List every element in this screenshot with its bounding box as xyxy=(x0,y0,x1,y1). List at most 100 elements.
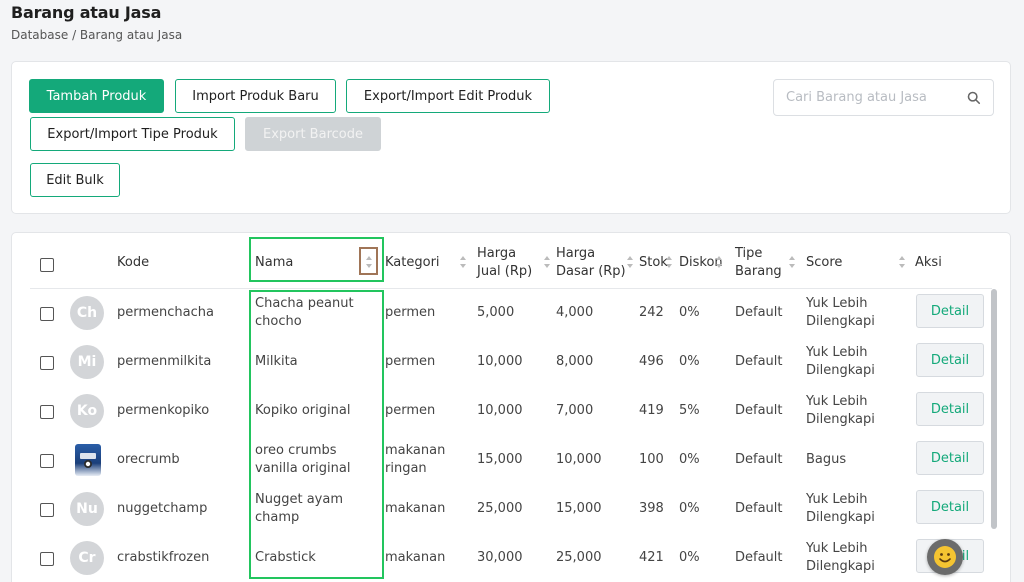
sort-icon[interactable] xyxy=(898,255,906,269)
cell-harga-dasar: 7,000 xyxy=(556,403,594,418)
breadcrumb[interactable]: Database / Barang atau Jasa xyxy=(11,28,182,42)
table-row: Nu nuggetchamp Nugget ayam champ makanan… xyxy=(12,485,1010,534)
table-row: Cr crabstikfrozen Crabstick makanan 30,0… xyxy=(12,534,1010,582)
page-header: Barang atau Jasa Database / Barang atau … xyxy=(11,3,182,42)
cell-kode: crabstikfrozen xyxy=(117,550,210,565)
cell-score-line1: Yuk Lebih xyxy=(806,541,868,556)
header-harga-jual-line1: Harga xyxy=(477,246,517,261)
product-image-icon xyxy=(75,444,101,476)
avatar: Mi xyxy=(70,345,104,379)
header-harga-dasar[interactable]: Harga Dasar (Rp) xyxy=(556,245,626,281)
cell-diskon: 0% xyxy=(679,452,700,467)
header-kategori[interactable]: Kategori xyxy=(385,254,440,272)
cell-kode: nuggetchamp xyxy=(117,501,208,516)
header-harga-dasar-line1: Harga xyxy=(556,246,596,261)
cell-score-line1: Yuk Lebih xyxy=(806,296,868,311)
cell-diskon: 0% xyxy=(679,550,700,565)
search-icon[interactable] xyxy=(967,91,981,105)
cell-score: Yuk Lebih Dilengkapi xyxy=(806,295,875,331)
cell-kategori: permen xyxy=(385,353,435,371)
header-score[interactable]: Score xyxy=(806,254,842,272)
cell-harga-jual: 30,000 xyxy=(477,550,523,565)
cell-tipe: Default xyxy=(735,550,783,565)
detail-button[interactable]: Detail xyxy=(916,441,984,475)
highlight-sort-icon xyxy=(359,247,378,275)
cell-tipe: Default xyxy=(735,452,783,467)
table-row: Ch permenchacha Chacha peanut chocho per… xyxy=(12,289,1010,338)
header-stok[interactable]: Stok xyxy=(639,254,668,272)
tambah-produk-button[interactable]: Tambah Produk xyxy=(29,79,164,113)
cell-score-line2: Dilengkapi xyxy=(806,314,875,329)
header-tipe-barang[interactable]: Tipe Barang xyxy=(735,245,782,281)
detail-button[interactable]: Detail xyxy=(916,294,984,328)
cell-diskon: 0% xyxy=(679,501,700,516)
cell-score-line2: Dilengkapi xyxy=(806,510,875,525)
cell-stok: 100 xyxy=(639,452,664,467)
cell-harga-jual: 25,000 xyxy=(477,501,523,516)
export-import-tipe-produk-button[interactable]: Export/Import Tipe Produk xyxy=(30,117,235,151)
cell-kode: permenmilkita xyxy=(117,354,212,369)
row-checkbox[interactable] xyxy=(40,356,54,370)
cell-kategori-line1: permen xyxy=(385,403,436,418)
avatar: Ko xyxy=(70,394,104,428)
sort-icon[interactable] xyxy=(665,255,673,269)
avatar: Ch xyxy=(70,296,104,330)
select-all-checkbox[interactable] xyxy=(40,258,54,272)
vertical-scrollbar[interactable] xyxy=(991,289,997,529)
row-checkbox[interactable] xyxy=(40,307,54,321)
header-tipe-barang-line1: Tipe xyxy=(735,246,763,261)
row-checkbox[interactable] xyxy=(40,454,54,468)
sort-icon[interactable] xyxy=(788,255,796,269)
detail-button[interactable]: Detail xyxy=(916,490,984,524)
cell-score-line2: Dilengkapi xyxy=(806,363,875,378)
cell-kategori-line2: ringan xyxy=(385,461,427,476)
edit-bulk-button[interactable]: Edit Bulk xyxy=(30,163,120,197)
header-harga-jual-line2: Jual (Rp) xyxy=(477,264,533,279)
table-row: Mi permenmilkita Milkita permen 10,000 8… xyxy=(12,338,1010,387)
cell-kategori: makanan xyxy=(385,549,445,567)
cell-kategori-line1: makanan xyxy=(385,443,446,458)
cell-harga-dasar: 4,000 xyxy=(556,305,594,320)
cell-stok: 398 xyxy=(639,501,664,516)
cell-tipe: Default xyxy=(735,305,783,320)
sort-icon[interactable] xyxy=(626,255,634,269)
cell-score-line1: Yuk Lebih xyxy=(806,492,868,507)
cell-kategori: makanan ringan xyxy=(385,442,445,478)
sort-icon[interactable] xyxy=(459,255,467,269)
smiley-face-graphic xyxy=(934,546,956,568)
cell-harga-dasar: 8,000 xyxy=(556,354,594,369)
cell-score-line1: Yuk Lebih xyxy=(806,345,868,360)
sort-icon[interactable] xyxy=(543,255,551,269)
search-box[interactable] xyxy=(773,79,994,116)
cell-score: Yuk Lebih Dilengkapi xyxy=(806,344,875,380)
import-produk-baru-button[interactable]: Import Produk Baru xyxy=(175,79,336,113)
cell-harga-dasar: 15,000 xyxy=(556,501,602,516)
cell-score: Bagus xyxy=(806,451,846,469)
product-table: Kode Nama Kategori Harga Jual (Rp) Harga… xyxy=(11,232,1011,582)
cell-kode: orecrumb xyxy=(117,452,180,467)
cell-kategori-line1: permen xyxy=(385,354,436,369)
row-checkbox[interactable] xyxy=(40,405,54,419)
row-checkbox[interactable] xyxy=(40,503,54,517)
cell-kategori-line1: permen xyxy=(385,305,436,320)
cell-harga-dasar: 25,000 xyxy=(556,550,602,565)
avatar: Cr xyxy=(70,541,104,575)
header-harga-jual[interactable]: Harga Jual (Rp) xyxy=(477,245,532,281)
cell-stok: 421 xyxy=(639,550,664,565)
cell-score: Yuk Lebih Dilengkapi xyxy=(806,393,875,429)
cell-diskon: 0% xyxy=(679,305,700,320)
row-checkbox[interactable] xyxy=(40,552,54,566)
cell-score: Yuk Lebih Dilengkapi xyxy=(806,491,875,527)
export-barcode-button[interactable]: Export Barcode xyxy=(245,117,381,151)
sort-icon[interactable] xyxy=(715,255,723,269)
header-harga-dasar-line2: Dasar (Rp) xyxy=(556,264,626,279)
cell-kode: permenchacha xyxy=(117,305,214,320)
header-kode[interactable]: Kode xyxy=(117,254,149,272)
smiley-chat-icon[interactable] xyxy=(927,539,963,575)
cell-score-line2: Dilengkapi xyxy=(806,559,875,574)
detail-button[interactable]: Detail xyxy=(916,392,984,426)
cell-stok: 419 xyxy=(639,403,664,418)
export-import-edit-produk-button[interactable]: Export/Import Edit Produk xyxy=(346,79,550,113)
detail-button[interactable]: Detail xyxy=(916,343,984,377)
search-input[interactable] xyxy=(786,90,967,105)
